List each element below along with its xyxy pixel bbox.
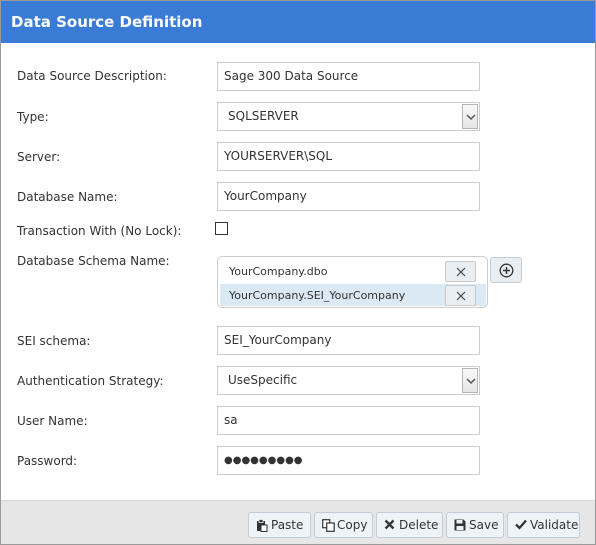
paste-label: Paste (271, 518, 304, 532)
auth-select-value: UseSpecific (228, 373, 298, 387)
close-icon (456, 267, 466, 277)
database-label: Database Name: (17, 190, 118, 204)
close-icon (456, 291, 466, 301)
type-dropdown-button[interactable] (462, 104, 478, 129)
database-input[interactable]: YourCompany (217, 182, 480, 211)
schema-label: Database Schema Name: (17, 254, 170, 268)
delete-button[interactable]: Delete (376, 512, 443, 538)
auth-label: Authentication Strategy: (17, 374, 164, 388)
username-label: User Name: (17, 414, 88, 428)
paste-icon (257, 519, 268, 532)
auth-select[interactable]: UseSpecific (217, 366, 480, 395)
sei-schema-label: SEI schema: (17, 334, 91, 348)
remove-schema-button[interactable] (445, 261, 476, 282)
copy-icon (322, 519, 335, 532)
add-schema-button[interactable] (490, 257, 522, 283)
validate-label: Validate (530, 518, 579, 532)
description-input[interactable]: Sage 300 Data Source (217, 62, 480, 91)
times-icon (384, 519, 395, 530)
chevron-down-icon (466, 378, 476, 385)
username-input[interactable]: sa (217, 406, 480, 435)
save-button[interactable]: Save (446, 512, 504, 538)
remove-schema-button[interactable] (445, 285, 476, 306)
dialog-title: Data Source Definition (11, 13, 203, 31)
chevron-down-icon (466, 114, 476, 121)
data-source-dialog: Data Source Definition Data Source Descr… (0, 0, 596, 545)
password-input[interactable]: ●●●●●●●●● (217, 446, 480, 475)
schema-list: YourCompany.dbo YourCompany.SEI_YourComp… (217, 256, 488, 308)
dialog-footer: Paste Copy Delete Save Validate (1, 500, 595, 544)
plus-circle-icon (499, 263, 514, 278)
copy-label: Copy (337, 518, 368, 532)
check-icon (515, 519, 527, 530)
type-label: Type: (17, 110, 49, 124)
floppy-disk-icon (454, 519, 466, 531)
type-select[interactable]: SQLSERVER (217, 102, 480, 131)
schema-item-name: YourCompany.SEI_YourCompany (229, 289, 406, 302)
delete-label: Delete (399, 518, 439, 532)
auth-dropdown-button[interactable] (462, 368, 478, 393)
nolock-checkbox[interactable] (215, 222, 228, 235)
type-select-value: SQLSERVER (228, 109, 299, 123)
server-input[interactable]: YOURSERVER\SQL (217, 142, 480, 171)
schema-item-selected[interactable]: YourCompany.SEI_YourCompany (220, 284, 486, 306)
copy-button[interactable]: Copy (314, 512, 373, 538)
nolock-label: Transaction With (No Lock): (17, 224, 182, 238)
server-label: Server: (17, 150, 61, 164)
dialog-titlebar: Data Source Definition (1, 1, 595, 43)
save-label: Save (469, 518, 499, 532)
paste-button[interactable]: Paste (248, 512, 311, 538)
description-label: Data Source Description: (17, 69, 167, 83)
sei-schema-input[interactable]: SEI_YourCompany (217, 326, 480, 355)
schema-item[interactable]: YourCompany.dbo (220, 260, 486, 282)
schema-item-name: YourCompany.dbo (229, 265, 328, 278)
validate-button[interactable]: Validate (507, 512, 580, 538)
password-label: Password: (17, 454, 78, 468)
